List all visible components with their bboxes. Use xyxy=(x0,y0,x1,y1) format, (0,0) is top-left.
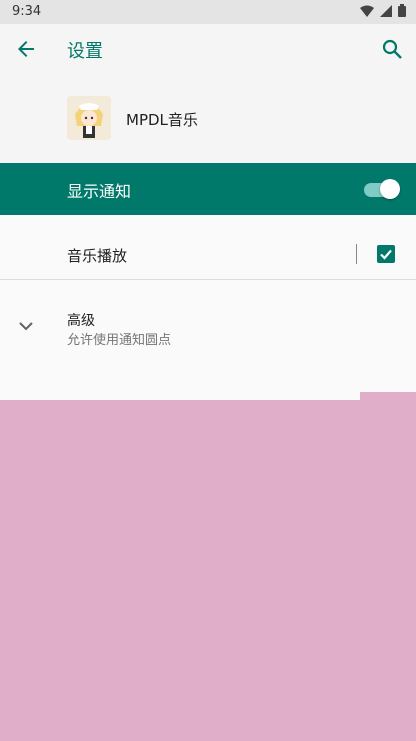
status-time: 9:34 xyxy=(12,4,42,19)
search-icon[interactable] xyxy=(380,37,404,61)
advanced-row[interactable]: 高级 允许使用通知圆点 xyxy=(0,296,416,358)
music-playback-channel-row[interactable]: 音乐播放 xyxy=(0,229,416,280)
app-bar: 设置 xyxy=(0,24,416,74)
checkmark-icon xyxy=(380,249,392,260)
app-name: MPDL音乐 xyxy=(126,111,198,129)
music-playback-label: 音乐播放 xyxy=(67,247,128,265)
overlay-notch xyxy=(360,392,416,400)
show-notifications-label: 显示通知 xyxy=(67,182,132,201)
signal-icon xyxy=(380,4,392,17)
status-icons xyxy=(360,4,406,17)
page-title: 设置 xyxy=(67,41,103,62)
show-notifications-switch[interactable] xyxy=(364,179,400,199)
pink-overlay xyxy=(0,400,416,741)
battery-icon xyxy=(398,4,406,17)
show-notifications-row[interactable]: 显示通知 xyxy=(0,163,416,215)
back-arrow-icon[interactable] xyxy=(14,37,38,61)
app-header: MPDL音乐 xyxy=(0,74,416,163)
music-playback-checkbox[interactable] xyxy=(377,245,395,263)
advanced-subtitle: 允许使用通知圆点 xyxy=(67,333,172,348)
status-bar: 9:34 xyxy=(0,0,416,24)
wifi-icon xyxy=(360,5,374,17)
app-icon xyxy=(67,96,111,140)
chevron-down-icon xyxy=(19,322,33,331)
switch-thumb xyxy=(380,179,400,199)
advanced-title: 高级 xyxy=(67,313,95,329)
vertical-divider xyxy=(356,244,357,264)
